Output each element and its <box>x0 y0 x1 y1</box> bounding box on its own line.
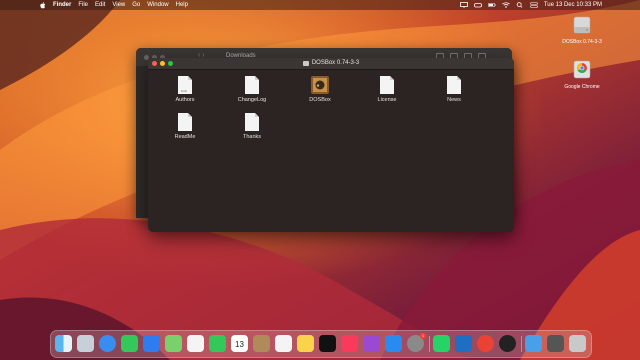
wifi-icon[interactable] <box>502 2 510 8</box>
file-grid: EXE Authors ChangeLog ● DOSBox License N… <box>148 70 514 232</box>
mail-icon[interactable] <box>143 335 160 352</box>
dock-separator <box>429 336 430 352</box>
battery-icon[interactable] <box>487 2 496 8</box>
app-store-icon[interactable] <box>385 335 402 352</box>
facetime-icon[interactable] <box>209 335 226 352</box>
svg-text:●: ● <box>317 83 320 89</box>
screenshot-icon[interactable] <box>547 335 564 352</box>
calendar-day: 13 <box>235 340 244 349</box>
desktop-icon-label: Google Chrome <box>564 84 600 90</box>
menu-clock[interactable]: Tue 13 Dec 10:33 PM <box>544 2 602 8</box>
control-center-icon[interactable] <box>530 2 538 8</box>
music-icon[interactable] <box>341 335 358 352</box>
desktop-icon-label: DOSBox 0.74-3-3 <box>562 39 602 45</box>
menu-file[interactable]: File <box>78 2 88 8</box>
apple-tv-icon[interactable] <box>319 335 336 352</box>
dock-separator <box>521 336 522 352</box>
clock-icon[interactable] <box>499 335 516 352</box>
svg-text:EXE: EXE <box>181 89 187 93</box>
menu-app-finder[interactable]: Finder <box>53 2 71 8</box>
file-label: ReadMe <box>174 134 196 140</box>
sidebar <box>136 66 148 218</box>
file-label: Thanks <box>242 134 262 140</box>
chrome-disk-icon <box>573 60 591 79</box>
file-label: News <box>447 97 461 103</box>
menu-go[interactable]: Go <box>132 2 140 8</box>
document-icon <box>380 76 394 94</box>
file-item-changelog[interactable]: ChangeLog <box>222 75 282 103</box>
launchpad-icon[interactable] <box>77 335 94 352</box>
file-item-authors[interactable]: EXE Authors <box>155 75 215 103</box>
window-titlebar[interactable]: DOSBox 0.74-3-3 <box>148 58 514 70</box>
menu-window[interactable]: Window <box>147 2 168 8</box>
file-label: License <box>377 97 397 103</box>
document-icon <box>447 76 461 94</box>
desktop-icon-google-chrome-disk[interactable]: Google Chrome <box>557 58 607 90</box>
file-item-thanks[interactable]: Thanks <box>222 112 282 140</box>
screen-mirroring-icon[interactable] <box>459 2 468 8</box>
disk-image-icon <box>573 16 591 34</box>
safari-icon[interactable] <box>99 335 116 352</box>
menu-help[interactable]: Help <box>176 2 188 8</box>
file-item-readme[interactable]: ReadMe <box>155 112 215 140</box>
game-controller-icon[interactable] <box>473 2 482 8</box>
maps-icon[interactable] <box>165 335 182 352</box>
menu-bar: Finder File Edit View Go Window Help Tue… <box>0 0 640 10</box>
document-icon <box>245 76 259 94</box>
finder-icon[interactable] <box>55 335 72 352</box>
spotlight-search-icon[interactable] <box>516 2 524 8</box>
system-settings-icon[interactable]: 1 <box>407 333 426 352</box>
vscode-icon[interactable] <box>455 335 472 352</box>
dock: 13 1 <box>50 330 592 358</box>
document-icon <box>245 113 259 131</box>
finder-window-dosbox[interactable]: DOSBox 0.74-3-3 EXE Authors ChangeLog ● <box>148 58 514 232</box>
file-item-dosbox-app[interactable]: ● DOSBox <box>290 75 350 103</box>
apple-menu-icon[interactable] <box>40 1 46 9</box>
dosbox-app-icon: ● <box>311 76 329 94</box>
document-icon <box>178 113 192 131</box>
reminders-icon[interactable] <box>275 335 292 352</box>
menu-view[interactable]: View <box>112 2 125 8</box>
downloads-icon[interactable] <box>525 335 542 352</box>
contacts-icon[interactable] <box>253 335 270 352</box>
messages-icon[interactable] <box>121 335 138 352</box>
file-item-license[interactable]: License <box>357 75 417 103</box>
trash-icon[interactable] <box>569 335 586 352</box>
whatsapp-icon[interactable] <box>433 335 450 352</box>
file-label: Authors <box>175 97 195 103</box>
photos-icon[interactable] <box>187 335 204 352</box>
menu-edit[interactable]: Edit <box>95 2 105 8</box>
notification-badge: 1 <box>420 333 426 339</box>
document-icon: EXE <box>178 76 192 94</box>
file-item-news[interactable]: News <box>424 75 484 103</box>
podcasts-icon[interactable] <box>363 335 380 352</box>
file-label: ChangeLog <box>237 97 267 103</box>
notes-icon[interactable] <box>297 335 314 352</box>
chrome-icon[interactable] <box>477 335 494 352</box>
disk-mini-icon <box>302 60 309 66</box>
calendar-icon[interactable]: 13 <box>231 335 248 352</box>
desktop-icon-dosbox-disk[interactable]: DOSBox 0.74-3-3 <box>557 13 607 45</box>
file-label: DOSBox <box>309 97 331 103</box>
window-title: DOSBox 0.74-3-3 <box>311 60 360 66</box>
